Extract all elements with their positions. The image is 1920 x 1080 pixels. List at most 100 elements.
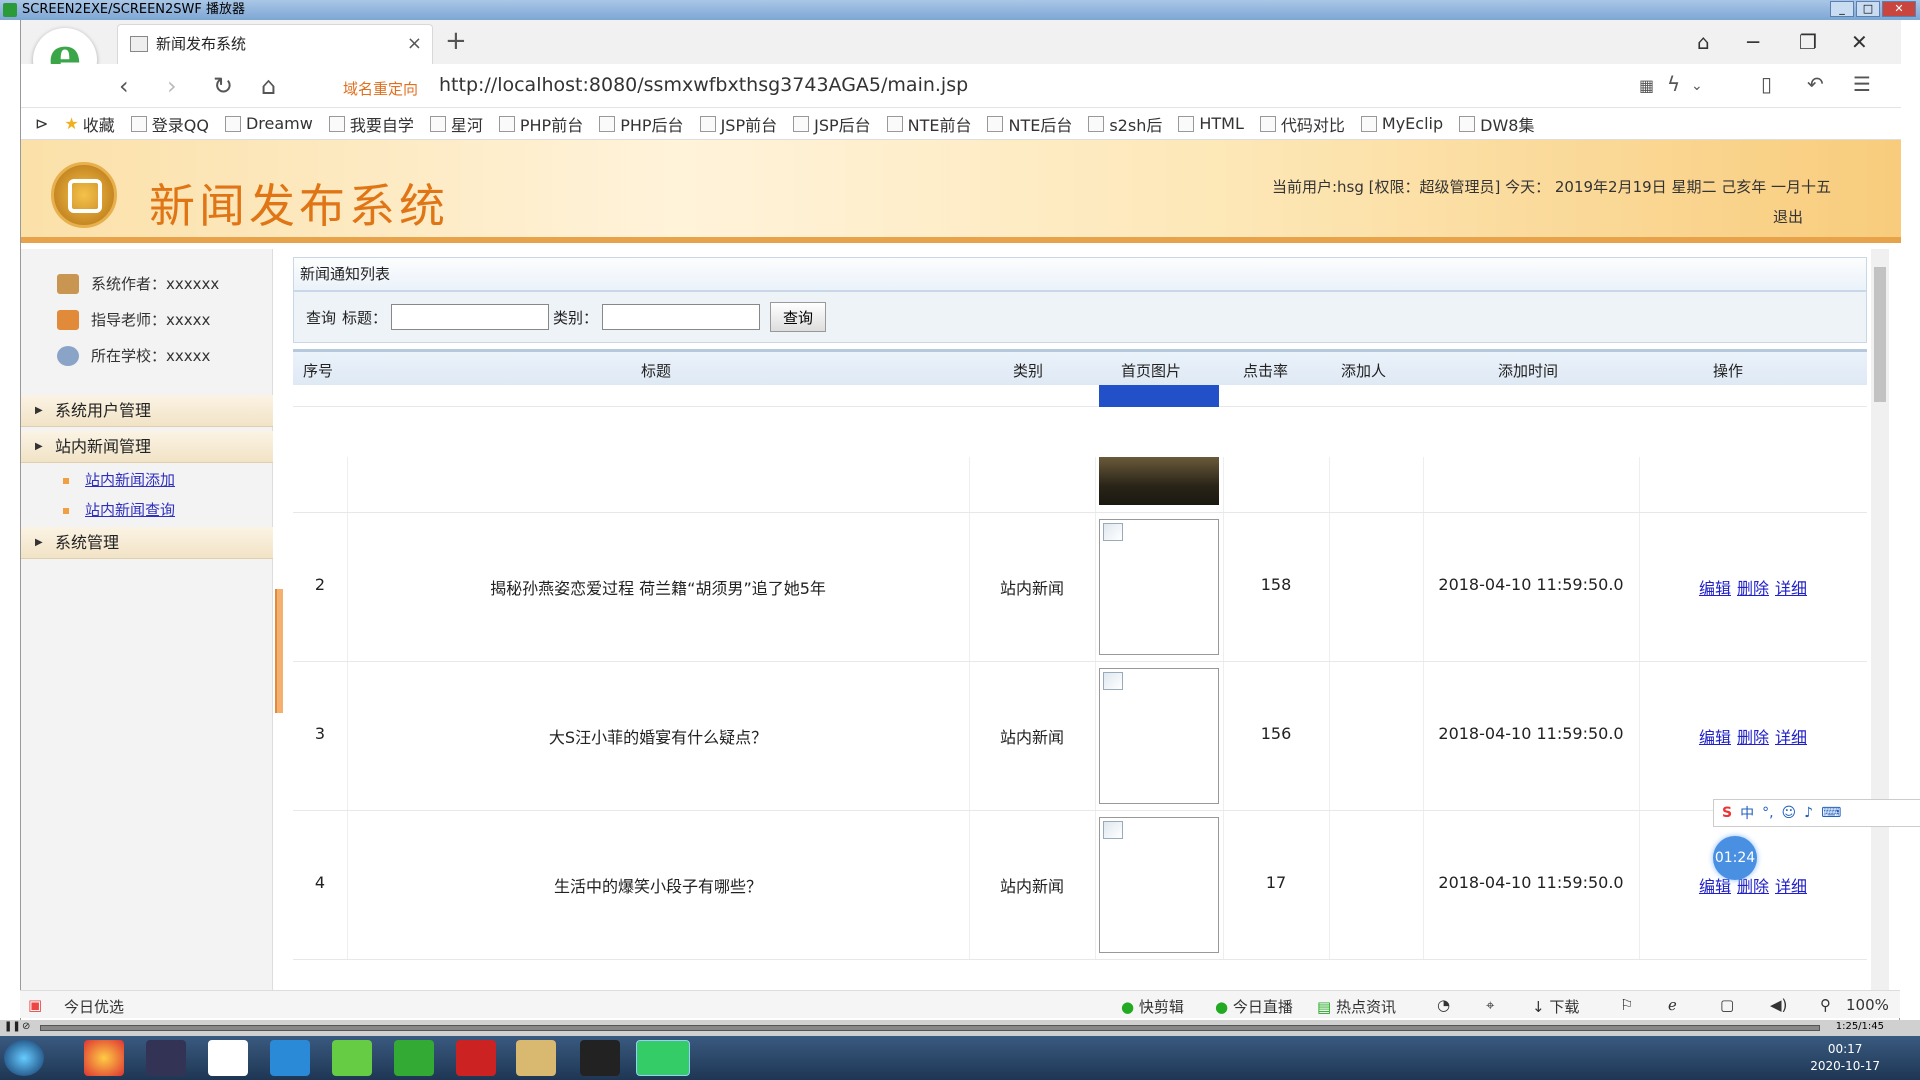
new-tab-button[interactable]: + [445, 26, 467, 56]
detail-link[interactable]: 详细 [1775, 877, 1807, 896]
bookmark-item[interactable]: DW8集 [1459, 112, 1534, 136]
tab-news-system[interactable]: 新闻发布系统 × [117, 24, 433, 64]
player-close-button[interactable]: ✕ [1882, 1, 1916, 17]
screen-recorder-icon[interactable] [636, 1040, 690, 1076]
menu-news-management[interactable]: ▶ 站内新闻管理 [21, 431, 273, 463]
menu-system-users[interactable]: ▶ 系统用户管理 [21, 395, 273, 427]
pause-icon[interactable]: ❚❚ [4, 1021, 21, 1032]
shirt-skin-icon[interactable]: ⌂ [1697, 30, 1710, 54]
teacher-info: 指导老师：xxxxx [57, 309, 210, 330]
hot-news-link[interactable]: ▤ 热点资讯 [1317, 996, 1396, 1017]
ie-browser-icon[interactable] [270, 1040, 310, 1076]
reload-icon[interactable]: ↻ [213, 72, 233, 100]
bookmark-item[interactable]: NTE后台 [987, 112, 1072, 136]
app-icon[interactable] [332, 1040, 372, 1076]
bookmark-item[interactable]: 代码对比 [1259, 112, 1345, 136]
bookmark-item[interactable]: HTML [1178, 114, 1244, 133]
ime-toolbar[interactable]: S 中 °, ☺ ♪ ⌨ [1713, 799, 1920, 827]
download-link[interactable]: ↓ 下载 [1532, 996, 1579, 1017]
category-search-input[interactable] [602, 304, 761, 330]
app-icon[interactable] [208, 1040, 248, 1076]
player-minimize-button[interactable]: _ [1830, 1, 1854, 17]
undo-icon[interactable]: ↶ [1807, 72, 1824, 96]
volume-icon[interactable]: ◀) [1770, 996, 1787, 1014]
lightning-icon[interactable]: ϟ [1667, 72, 1680, 96]
bookmark-item[interactable]: MyEclip [1360, 114, 1443, 133]
title-search-input[interactable] [391, 304, 550, 330]
stop-icon[interactable]: ⊘ [22, 1021, 30, 1032]
delete-link[interactable]: 删除 [1737, 728, 1769, 747]
bookmark-item[interactable]: 登录QQ [130, 112, 209, 136]
minimize-icon[interactable]: ─ [1747, 30, 1759, 54]
back-icon[interactable]: ‹ [119, 72, 129, 100]
close-window-icon[interactable]: ✕ [1851, 30, 1868, 54]
bookmark-icon [1088, 115, 1105, 132]
render-gap [293, 407, 1867, 457]
row-actions: 编辑 删除 详细 [1639, 873, 1867, 897]
player-title: SCREEN2EXE/SCREEN2SWF 播放器 [22, 2, 245, 17]
submenu-query-news[interactable]: 站内新闻查询 [63, 499, 175, 520]
triangle-right-icon: ▶ [35, 441, 43, 452]
edit-link[interactable]: 编辑 [1699, 877, 1731, 896]
zoom-level[interactable]: 100% [1846, 996, 1889, 1014]
delete-link[interactable]: 删除 [1737, 579, 1769, 598]
sidebar-splitter[interactable] [275, 589, 283, 713]
flash-icon[interactable] [456, 1040, 496, 1076]
bookmark-item[interactable]: ★ 收藏 [64, 112, 114, 136]
content-scrollbar[interactable] [1871, 249, 1889, 1010]
player-time: 1:25/1:45 [1835, 1021, 1884, 1032]
bookmark-item[interactable]: 我要自学 [328, 112, 414, 136]
bookmark-item[interactable]: JSP后台 [793, 112, 871, 136]
bookmark-item[interactable]: JSP前台 [699, 112, 777, 136]
player-maximize-button[interactable]: □ [1856, 1, 1880, 17]
scrollbar-thumb[interactable] [1874, 267, 1886, 402]
pin-icon[interactable]: ⌖ [1486, 996, 1494, 1014]
menu-icon[interactable]: ☰ [1853, 72, 1871, 96]
edit-link[interactable]: 编辑 [1699, 579, 1731, 598]
news-icon: ▤ [1317, 998, 1332, 1016]
search-button[interactable]: 查询 [770, 302, 827, 332]
ie-icon[interactable]: ℯ [1668, 996, 1677, 1014]
submenu-add-news[interactable]: 站内新闻添加 [63, 469, 175, 490]
zoom-icon[interactable]: ⚲ [1820, 996, 1831, 1014]
player-progress-bar[interactable] [40, 1025, 1820, 1031]
live-link[interactable]: ● 今日直播 [1215, 996, 1293, 1017]
bookmark-item[interactable]: 星河 [429, 112, 483, 136]
bookmark-item[interactable]: PHP前台 [498, 112, 583, 136]
window-icon[interactable]: ▢ [1720, 996, 1734, 1014]
edit-link[interactable]: 编辑 [1699, 728, 1731, 747]
page-icon [987, 115, 1004, 132]
app-icon[interactable] [394, 1040, 434, 1076]
bookmark-item[interactable]: Dreamw [224, 114, 313, 133]
today-picks-link[interactable]: 今日优选 [64, 996, 124, 1017]
chrome-icon[interactable] [84, 1040, 124, 1076]
restore-icon[interactable]: ❐ [1799, 30, 1817, 54]
bookmark-item[interactable]: NTE前台 [886, 112, 971, 136]
address-bar[interactable]: http://localhost:8080/ssmxwfbxthsg3743AG… [439, 74, 968, 96]
accelerate-icon[interactable]: ◔ [1437, 996, 1450, 1014]
row-number: 3 [314, 724, 326, 743]
detail-link[interactable]: 详细 [1775, 728, 1807, 747]
home-icon[interactable]: ⌂ [261, 72, 276, 100]
bookmark-item[interactable]: PHP后台 [599, 112, 684, 136]
qr-icon[interactable]: ▦ [1639, 76, 1654, 95]
tab-close-icon[interactable]: × [407, 25, 422, 63]
reading-icon[interactable]: ▯ [1761, 72, 1772, 96]
start-button-icon[interactable] [4, 1040, 44, 1076]
mic-icon: ♪ [1804, 805, 1814, 821]
folder-icon[interactable] [516, 1040, 556, 1076]
detail-link[interactable]: 详细 [1775, 579, 1807, 598]
logout-link[interactable]: 退出 [1773, 206, 1803, 227]
chevron-down-icon[interactable]: ⌄ [1691, 78, 1703, 94]
app-icon[interactable] [146, 1040, 186, 1076]
page-icon [699, 115, 716, 132]
bookmark-item[interactable]: s2sh后 [1088, 112, 1162, 136]
sidebar-toggle-icon[interactable]: ⊳ [35, 114, 48, 133]
quick-clip-link[interactable]: ● 快剪辑 [1121, 996, 1184, 1017]
menu-system-management[interactable]: ▶ 系统管理 [21, 527, 273, 559]
taskbar-clock[interactable]: 00:17 2020-10-17 [1810, 1041, 1880, 1075]
forward-icon[interactable]: › [167, 72, 177, 100]
delete-link[interactable]: 删除 [1737, 877, 1769, 896]
qq-icon[interactable] [580, 1040, 620, 1076]
flag-icon[interactable]: ⚐ [1620, 996, 1633, 1014]
